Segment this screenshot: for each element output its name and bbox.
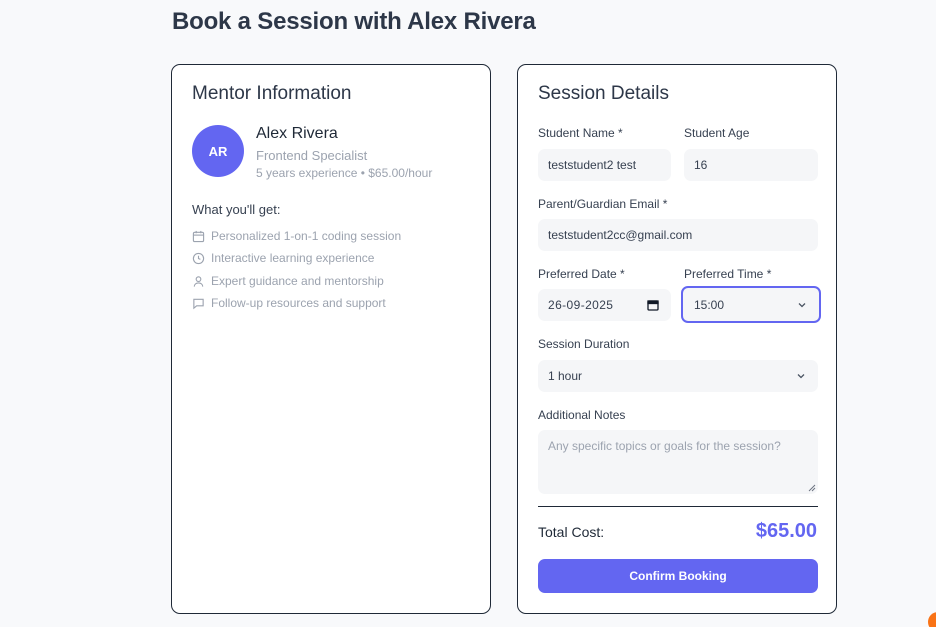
benefit-item: Interactive learning experience — [192, 250, 374, 266]
avatar: AR — [192, 125, 244, 177]
session-duration-value: 1 hour — [548, 369, 583, 383]
preferred-time-label: Preferred Time * — [684, 267, 772, 281]
additional-notes-textarea[interactable]: Any specific topics or goals for the ses… — [538, 430, 818, 494]
total-cost-label: Total Cost: — [538, 524, 605, 540]
benefit-label: Interactive learning experience — [211, 251, 375, 265]
benefit-item: Personalized 1-on-1 coding session — [192, 228, 401, 244]
preferred-date-input[interactable]: 26-09-2025 — [538, 289, 671, 321]
mentor-experience-rate: 5 years experience • $65.00/hour — [256, 166, 433, 180]
benefits-heading: What you'll get: — [192, 202, 281, 217]
benefit-label: Follow-up resources and support — [211, 296, 386, 310]
student-age-value: 16 — [694, 158, 708, 172]
additional-notes-label: Additional Notes — [538, 408, 626, 422]
divider — [538, 506, 818, 507]
guardian-email-label: Parent/Guardian Email * — [538, 197, 668, 211]
preferred-time-value: 15:00 — [694, 297, 725, 312]
calendar-icon — [192, 230, 205, 242]
additional-notes-placeholder: Any specific topics or goals for the ses… — [548, 439, 781, 453]
student-age-label: Student Age — [684, 126, 750, 140]
preferred-date-value: 26-09-2025 — [548, 298, 614, 312]
benefit-item: Follow-up resources and support — [192, 295, 386, 311]
session-duration-select[interactable]: 1 hour — [538, 360, 818, 392]
mentor-name: Alex Rivera — [256, 125, 338, 142]
resize-handle-icon[interactable] — [808, 484, 816, 492]
guardian-email-input[interactable]: teststudent2cc@gmail.com — [538, 219, 818, 251]
student-name-value: teststudent2 test — [548, 158, 637, 172]
student-age-input[interactable]: 16 — [684, 149, 818, 181]
mentor-role: Frontend Specialist — [256, 148, 368, 163]
benefit-item: Expert guidance and mentorship — [192, 273, 384, 289]
calendar-picker-icon[interactable] — [647, 299, 659, 311]
session-section-title: Session Details — [538, 83, 669, 104]
mentor-info-card: Mentor Information AR Alex Rivera Fronte… — [171, 64, 491, 614]
chat-icon — [193, 298, 204, 309]
benefit-label: Personalized 1-on-1 coding session — [211, 229, 402, 243]
user-icon — [193, 275, 204, 287]
chevron-down-icon — [798, 302, 806, 307]
mentor-section-title: Mentor Information — [192, 83, 352, 104]
session-details-card: Session Details Student Name * teststude… — [517, 64, 837, 614]
clock-icon — [192, 252, 205, 264]
student-name-input[interactable]: teststudent2 test — [538, 149, 671, 181]
chevron-down-icon — [797, 374, 805, 379]
help-widget-button[interactable] — [928, 612, 936, 627]
benefit-label: Expert guidance and mentorship — [211, 274, 384, 288]
session-duration-label: Session Duration — [538, 337, 630, 351]
preferred-date-label: Preferred Date * — [538, 267, 625, 281]
student-name-label: Student Name * — [538, 126, 623, 140]
total-cost-value: $65.00 — [755, 520, 817, 542]
page-title: Book a Session with Alex Rivera — [172, 8, 536, 35]
confirm-booking-button[interactable]: Confirm Booking — [538, 559, 818, 593]
preferred-time-select[interactable]: 15:00 — [681, 286, 821, 323]
guardian-email-value: teststudent2cc@gmail.com — [548, 228, 693, 242]
